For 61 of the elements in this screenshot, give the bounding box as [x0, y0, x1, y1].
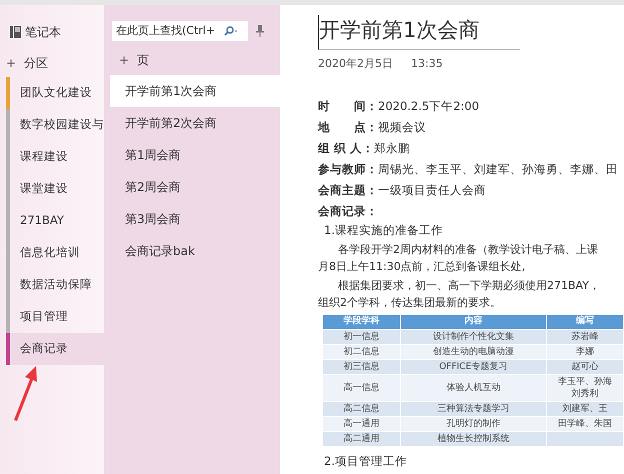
table-cell: 高二信息 [343, 403, 380, 415]
table-cell: 初三信息 [343, 361, 380, 373]
field-value: 郑永鹏 [374, 140, 410, 157]
table-cell: 初二信息 [343, 346, 380, 358]
pages-heading: 页 [137, 52, 150, 69]
table-header: 学段学科 [322, 314, 400, 330]
table-cell: 初一信息 [343, 331, 380, 343]
table-cell: 设计制作个性化文集 [432, 331, 514, 343]
table-cell: 刘建军、王 [562, 403, 608, 415]
field-label: 组 织 人： [318, 140, 374, 157]
list-item: 2.项目管理工作 [323, 453, 408, 470]
table-cell: OFFICE专题复习 [439, 361, 508, 373]
table-cell: 高一通用 [343, 418, 380, 430]
field-value: 2020.2.5下午2:00 [378, 98, 480, 115]
table-cell: 李玉平、孙海 [558, 376, 612, 388]
table-cell: 体验人机互动 [446, 382, 500, 394]
page-tab[interactable]: 第2周会商 [110, 171, 280, 203]
table-cell: 田学峰、朱国 [558, 418, 612, 430]
field-label: 参与教师： [318, 160, 378, 178]
section-tab[interactable]: 会商记录 [6, 333, 104, 365]
notebook-title: 笔记本 [25, 24, 61, 41]
field-label: 地 点： [318, 118, 378, 136]
list-item: 1.课程实施的准备工作 [323, 222, 444, 239]
page-tab[interactable]: 第3周会商 [110, 203, 280, 235]
add-section-icon[interactable]: + [6, 54, 16, 72]
field-value: 周锡光、李玉平、刘建军、孙海勇、李娜、田 [378, 160, 618, 178]
add-page-icon[interactable]: + [119, 51, 130, 69]
arrow-icon [12, 365, 40, 421]
page-tab[interactable]: 第1周会商 [110, 139, 280, 171]
paragraph-line: 组织2个学科，传达集团最新的要求。 [318, 295, 501, 311]
table-cell: 三种算法专题学习 [437, 403, 510, 415]
field-label: 会商记录： [318, 202, 378, 220]
page-tab[interactable]: 开学前第1次会商 [110, 75, 280, 107]
page-tab[interactable]: 会商记录bak [110, 235, 280, 267]
table-cell: 植物生长控制系统 [437, 433, 510, 445]
search-icon [224, 26, 238, 36]
table-cell: 赵可心 [571, 361, 598, 373]
paragraph-line: 月8日上午11:30点前，汇总到备课组长处, [318, 259, 526, 275]
field-label: 时 间： [318, 98, 378, 115]
page-time: 13:35 [411, 56, 443, 72]
search-field[interactable]: 在此页上查找(Ctrl+ [112, 21, 248, 41]
table-cell: 高二通用 [343, 433, 380, 445]
field-value: 视频会议 [378, 118, 426, 136]
sections-heading: 分区 [24, 55, 48, 72]
field-label: 会商主题： [318, 182, 378, 199]
table-header: 编写 [546, 314, 624, 330]
table-header: 内容 [400, 314, 546, 330]
table-cell: 高一信息 [343, 382, 380, 394]
table-cell: 李娜 [576, 346, 594, 358]
table-cell: 孔明灯的制作 [446, 418, 500, 430]
page-title: 开学前第1次会商 [318, 15, 520, 50]
field-value: 一级项目责任人会商 [378, 182, 486, 199]
page-date: 2020年2月5日 [318, 56, 393, 72]
table-cell: 刘秀利 [571, 388, 598, 400]
table-cell: 苏岩峰 [571, 331, 598, 343]
paragraph-line: 根据集团要求，初一、高一下学期必须使用271BAY， [338, 278, 600, 294]
paragraph-line: 各学段开学2周内材料的准备（教学设计电子稿、上课 [338, 242, 598, 258]
notebook-icon [10, 26, 21, 38]
pin-icon[interactable] [256, 25, 264, 37]
page-tab[interactable]: 开学前第2次会商 [110, 107, 280, 139]
table-cell: 创造生动的电脑动漫 [432, 346, 514, 358]
